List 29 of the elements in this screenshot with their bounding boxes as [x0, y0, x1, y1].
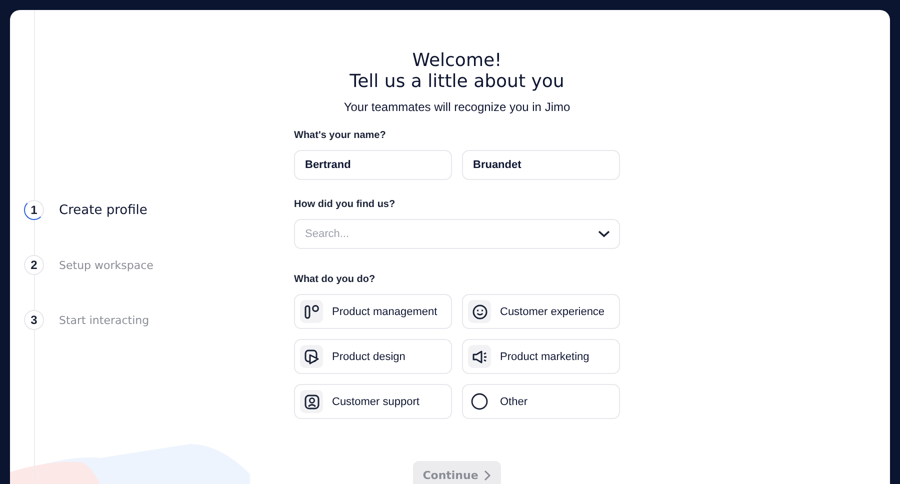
design-play-icon	[304, 348, 320, 364]
title: Tell us a little about you	[350, 71, 564, 92]
step-label: Create profile	[59, 202, 148, 218]
first-name-field[interactable]: Bertrand	[294, 150, 452, 180]
megaphone-icon	[472, 348, 488, 364]
role-option[interactable]: Customer support	[294, 384, 452, 419]
search-dropdown[interactable]: Search...	[294, 219, 620, 249]
field-label: How did you find us?	[294, 199, 396, 210]
bars-icon	[304, 304, 320, 320]
step-label: Setup workspace	[59, 258, 154, 272]
role-option[interactable]: Product management	[294, 294, 452, 329]
step-number: 1	[24, 200, 44, 220]
role-option[interactable]: Customer experience	[462, 294, 620, 329]
field-label: What do you do?	[294, 274, 376, 285]
chevron-right-icon	[484, 470, 492, 480]
step-number: 2	[24, 255, 44, 275]
step-label: Start interacting	[59, 314, 150, 326]
circle-icon	[471, 393, 488, 410]
user-badge-icon	[304, 394, 320, 410]
chevron-down-icon	[598, 230, 610, 238]
step-number: 3	[24, 310, 44, 330]
last-name-field[interactable]: Bruandet	[462, 150, 620, 180]
role-option[interactable]: Product design	[294, 339, 452, 374]
role-option[interactable]: Product marketing	[462, 339, 620, 374]
title: Welcome!	[412, 50, 502, 71]
smiley-icon	[472, 304, 488, 320]
field-label: What's your name?	[294, 130, 387, 141]
role-option[interactable]: Other	[462, 384, 620, 419]
subtitle: Your teammates will recognize you in Jimo	[342, 100, 572, 114]
